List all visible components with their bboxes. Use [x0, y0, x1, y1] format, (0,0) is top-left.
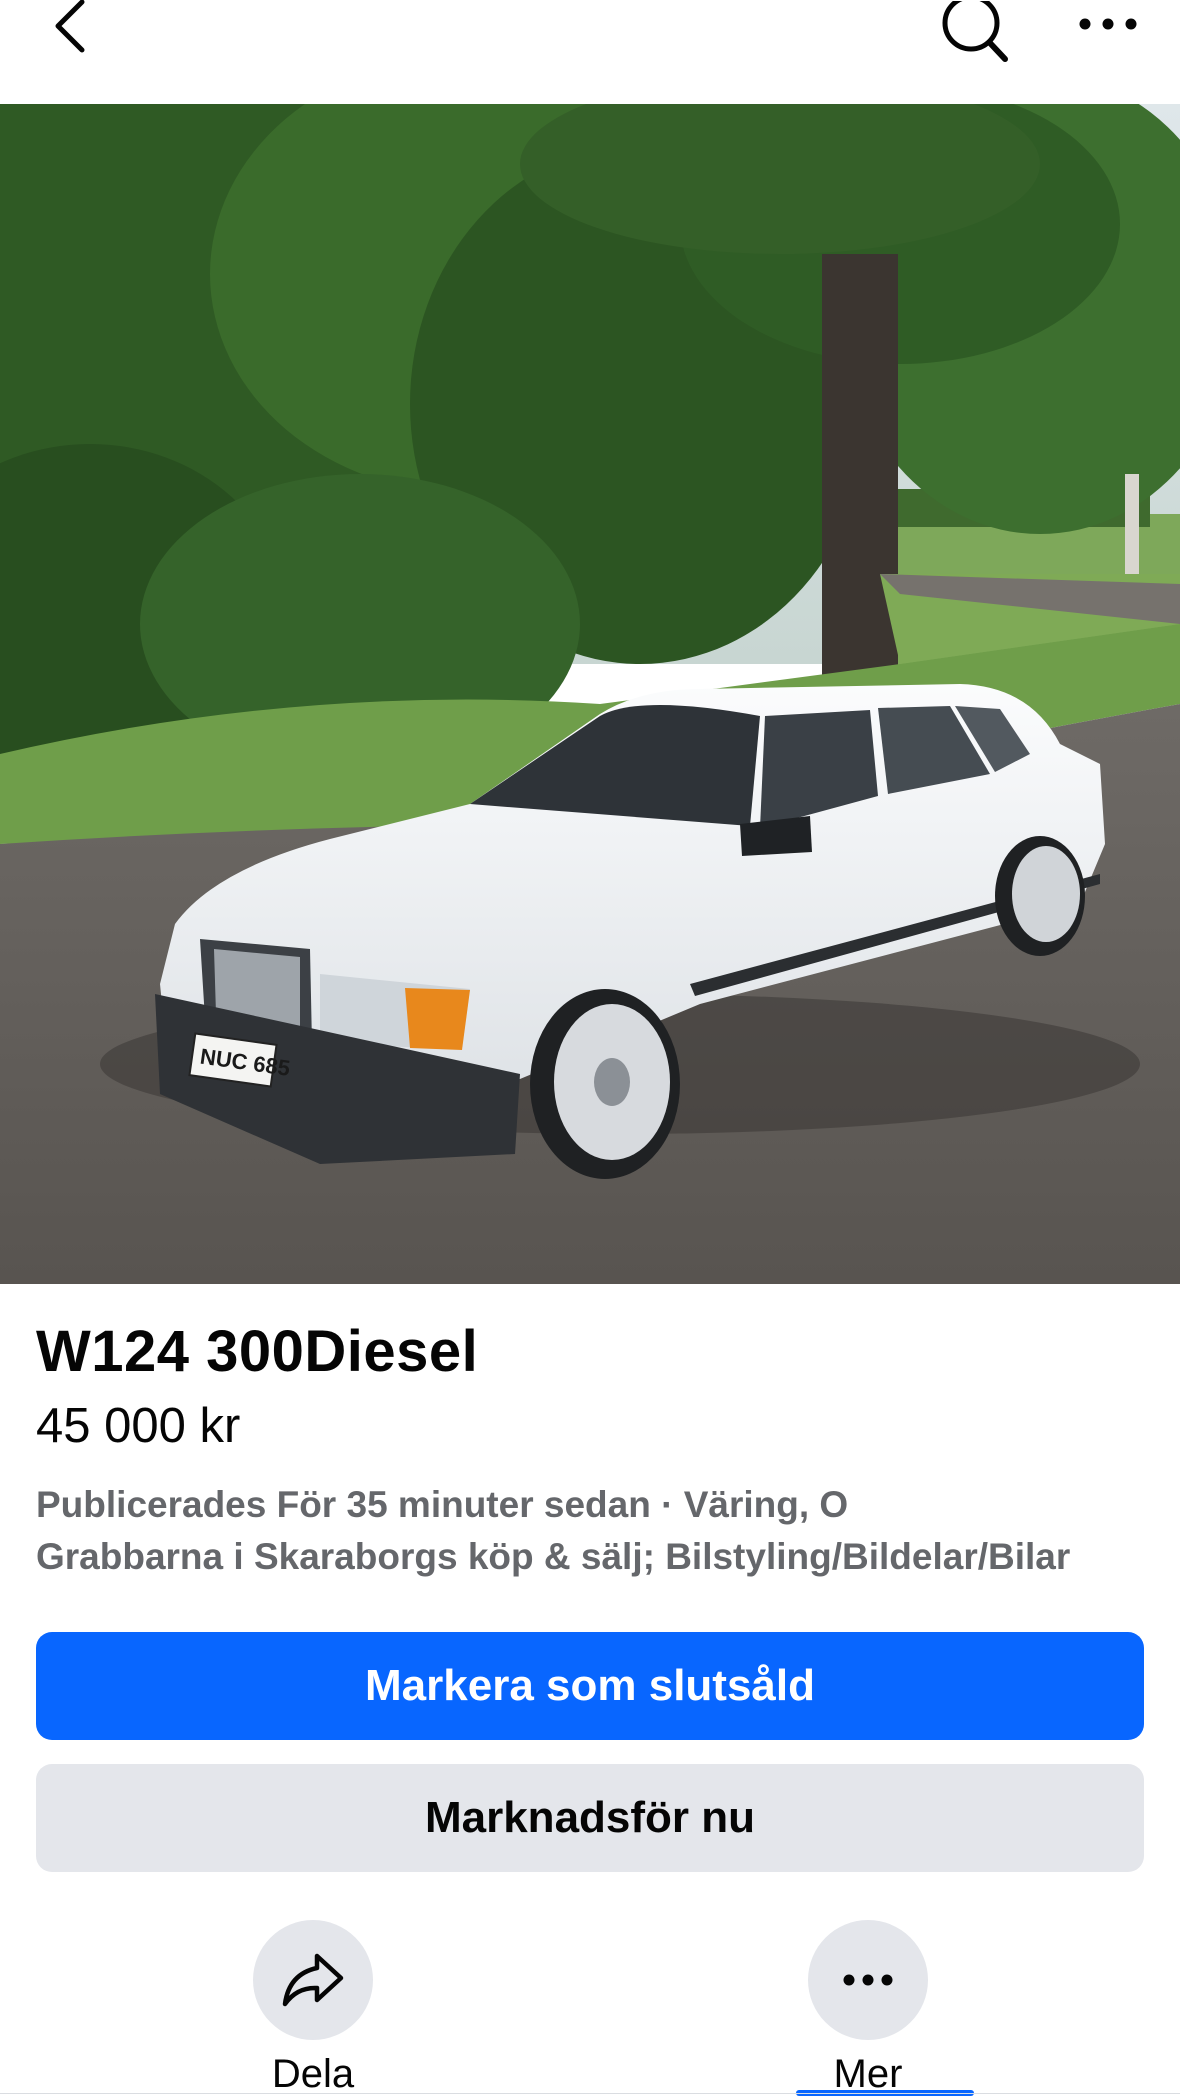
listing-meta-posted[interactable]: Publicerades För 35 minuter sedan · Väri… [36, 1484, 1156, 1526]
listing-meta-groups[interactable]: Grabbarna i Skaraborgs köp & sälj; Bilst… [36, 1536, 1156, 1578]
share-button[interactable] [253, 1920, 373, 2040]
listing-price: 45 000 kr [36, 1399, 241, 1453]
more-horizontal-icon [843, 1974, 893, 1986]
listing-title: W124 300Diesel [36, 1319, 479, 1384]
share-arrow-icon [282, 1953, 344, 2007]
promote-button[interactable]: Marknadsför nu [36, 1764, 1144, 1872]
top-bar [0, 0, 1180, 104]
chevron-left-icon[interactable] [40, 0, 100, 56]
search-icon[interactable] [934, 0, 1014, 64]
share-action[interactable]: Dela [233, 1920, 393, 2097]
divider [0, 2093, 1180, 2094]
more-horizontal-icon[interactable] [1076, 0, 1140, 48]
share-label: Dela [271, 2052, 355, 2096]
more-action[interactable]: Mer [788, 1920, 948, 2097]
more-button[interactable] [808, 1920, 928, 2040]
listing-photo[interactable]: NUC 685 [0, 104, 1180, 1284]
mark-sold-button[interactable]: Markera som slutsåld [36, 1632, 1144, 1740]
